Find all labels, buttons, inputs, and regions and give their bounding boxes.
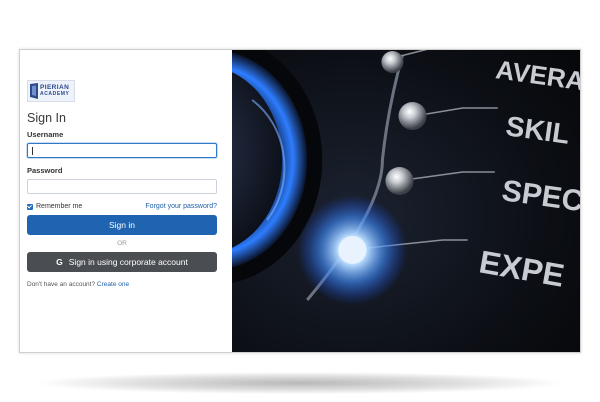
remember-checkbox[interactable] [27,203,33,210]
login-card: PIERIAN ACADEMY Sign In Username Passwor… [19,49,581,353]
logo-text: PIERIAN ACADEMY [40,84,69,98]
text-caret [32,147,33,155]
logo-line-2: ACADEMY [40,91,70,97]
g-letter-icon: G [56,257,63,267]
remember-label: Remember me [36,203,83,210]
floor-shadow [40,372,560,394]
skill-level-dial-image: AVERA SKIL SPEC EXPE [232,50,580,352]
username-input[interactable] [27,143,217,158]
password-label: Password [27,166,63,175]
sign-in-panel: PIERIAN ACADEMY Sign In Username Passwor… [20,50,232,352]
forgot-password-link[interactable]: Forgot your password? [145,203,217,210]
or-divider: OR [117,240,127,247]
hero-image: AVERA SKIL SPEC EXPE [232,50,580,352]
no-account-text: Don't have an account? [27,281,96,288]
create-account-link[interactable]: Create one [97,281,129,288]
signup-prompt: Don't have an account? Create one [27,281,225,288]
options-row: Remember me Forgot your password? [27,203,217,210]
password-input[interactable] [27,179,217,194]
logo-shield-icon [30,83,38,99]
username-label: Username [27,130,64,139]
corporate-sign-in-button[interactable]: G Sign in using corporate account [27,252,217,272]
page-title: Sign In [27,111,66,125]
sign-in-button[interactable]: Sign in [27,215,217,235]
logo-line-1: PIERIAN [40,84,70,91]
remember-me[interactable]: Remember me [27,203,82,210]
corporate-button-label: Sign in using corporate account [68,257,188,267]
pierian-academy-logo: PIERIAN ACADEMY [27,80,75,102]
